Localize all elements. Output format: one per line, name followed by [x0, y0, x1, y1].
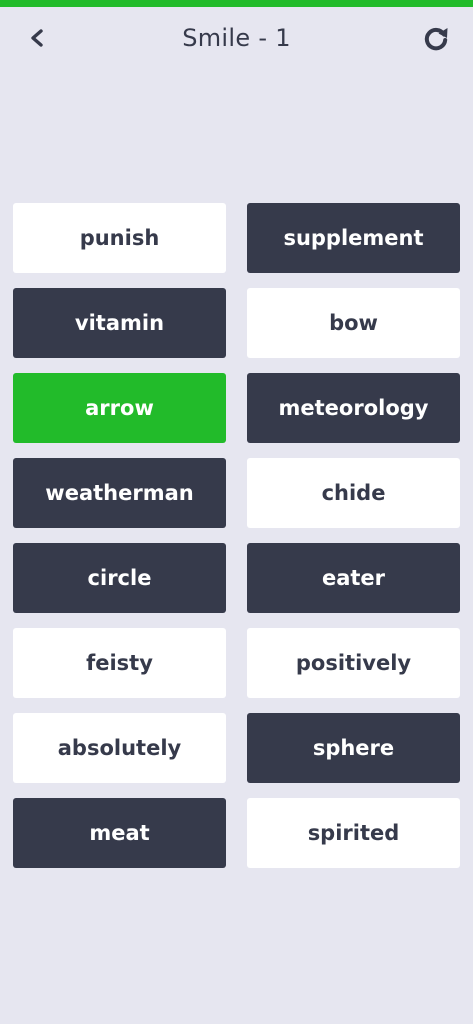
word-tile[interactable]: eater: [247, 543, 460, 613]
word-grid: punish supplement vitamin bow arrow mete…: [13, 203, 460, 868]
reload-button[interactable]: [418, 21, 454, 57]
word-tile[interactable]: vitamin: [13, 288, 226, 358]
word-tile[interactable]: weatherman: [13, 458, 226, 528]
word-tile[interactable]: spirited: [247, 798, 460, 868]
word-tile[interactable]: punish: [13, 203, 226, 273]
reload-icon: [424, 27, 448, 51]
back-button[interactable]: [20, 21, 54, 55]
word-tile[interactable]: circle: [13, 543, 226, 613]
word-tile[interactable]: supplement: [247, 203, 460, 273]
word-tile[interactable]: arrow: [13, 373, 226, 443]
word-tile[interactable]: meat: [13, 798, 226, 868]
word-tile[interactable]: positively: [247, 628, 460, 698]
header: Smile - 1: [0, 7, 473, 67]
page-title: Smile - 1: [182, 24, 291, 52]
word-tile[interactable]: chide: [247, 458, 460, 528]
chevron-left-icon: [31, 29, 43, 47]
word-tile[interactable]: bow: [247, 288, 460, 358]
word-tile[interactable]: sphere: [247, 713, 460, 783]
progress-bar: [0, 0, 473, 7]
word-tile[interactable]: meteorology: [247, 373, 460, 443]
word-tile[interactable]: feisty: [13, 628, 226, 698]
progress-fill: [0, 0, 473, 7]
word-tile[interactable]: absolutely: [13, 713, 226, 783]
